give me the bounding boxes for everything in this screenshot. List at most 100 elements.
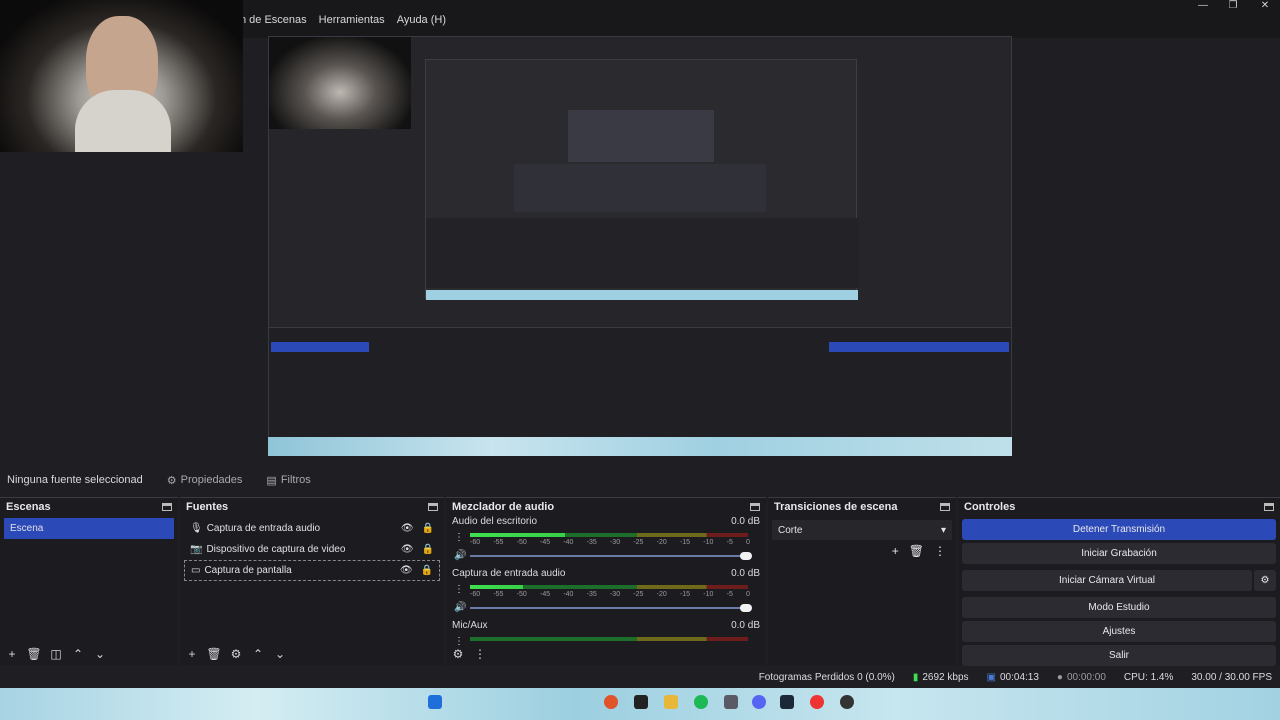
- meter-tick-label: -45: [539, 539, 551, 546]
- start-recording-button[interactable]: Iniciar Grabación: [962, 543, 1276, 564]
- nested-preview: [425, 59, 858, 300]
- mixer-channel: Captura de entrada audio 0.0 dB ⋮ -60 -55 -…: [446, 568, 766, 620]
- transitions-dock: Transiciones de escena Corte ▾ + 🗑 ⋮: [768, 497, 956, 665]
- record-icon: ●: [1056, 671, 1063, 683]
- stop-stream-button[interactable]: Detener Transmisión: [962, 519, 1276, 540]
- menu-dots-icon[interactable]: ⋮: [454, 636, 464, 647]
- scene-item[interactable]: Escena: [4, 518, 174, 539]
- meter-tick-label: -5: [726, 539, 733, 546]
- meter-tick-label: -35: [586, 591, 597, 598]
- menu-dots-icon[interactable]: ⋮: [454, 584, 464, 595]
- virtual-camera-label: Iniciar Cámara Virtual: [1059, 575, 1155, 586]
- add-icon[interactable]: +: [184, 647, 200, 661]
- windows-start-icon[interactable]: [428, 695, 442, 709]
- discord-icon[interactable]: [752, 695, 766, 709]
- trash-icon[interactable]: 🗑: [206, 647, 222, 661]
- meter-tick-label: 0: [746, 591, 750, 598]
- menu-help[interactable]: Ayuda (H): [397, 14, 446, 34]
- filter-icon[interactable]: ◫: [48, 647, 64, 661]
- scenes-dock: Escenas Escena + 🗑 ◫ ⌃ ⌄: [0, 497, 178, 665]
- chrome-icon[interactable]: [840, 695, 854, 709]
- minimize-icon[interactable]: —: [1188, 0, 1218, 14]
- menu-dots-icon[interactable]: ⋮: [934, 544, 946, 558]
- eye-icon[interactable]: 👁: [401, 544, 414, 555]
- menu-tools[interactable]: Herramientas: [319, 14, 385, 34]
- channel-db: 0.0 dB: [731, 620, 760, 631]
- eye-icon[interactable]: 👁: [401, 523, 414, 534]
- undock-icon[interactable]: [940, 503, 950, 511]
- chevron-up-icon[interactable]: ⌃: [250, 647, 266, 661]
- menu-dots-icon[interactable]: ⋮: [454, 532, 464, 543]
- transitions-title: Transiciones de escena: [774, 501, 898, 513]
- add-icon[interactable]: +: [4, 647, 20, 661]
- channel-name: Audio del escritorio: [452, 516, 538, 527]
- virtual-camera-button[interactable]: Iniciar Cámara Virtual: [962, 570, 1252, 591]
- trash-icon[interactable]: 🗑: [909, 544, 924, 558]
- source-item-label: Captura de pantalla: [204, 565, 292, 576]
- settings-button[interactable]: Ajustes: [962, 621, 1276, 642]
- trash-icon[interactable]: 🗑: [26, 647, 42, 661]
- chevron-down-icon[interactable]: ⌄: [92, 647, 108, 661]
- scenes-header: Escenas: [0, 498, 178, 516]
- meter-tick-label: -5: [726, 591, 733, 598]
- undock-icon[interactable]: [750, 503, 760, 511]
- browser-icon[interactable]: [810, 695, 824, 709]
- source-toolbar: Ninguna fuente seleccionad ⚙ Propiedades…: [0, 468, 1280, 492]
- cpu-usage: CPU: 1.4%: [1123, 671, 1174, 683]
- source-item[interactable]: 📷 Dispositivo de captura de video 👁 🔒: [184, 539, 440, 560]
- lock-icon[interactable]: 🔒: [421, 565, 433, 576]
- mixer-title: Mezclador de audio: [452, 501, 555, 513]
- volume-slider[interactable]: [470, 604, 752, 612]
- webcam-overlay: [0, 0, 243, 152]
- volume-slider[interactable]: [470, 552, 752, 560]
- gear-icon[interactable]: ⚙: [1254, 570, 1276, 591]
- chevron-up-icon[interactable]: ⌃: [70, 647, 86, 661]
- sources-title: Fuentes: [186, 501, 229, 513]
- studio-mode-button[interactable]: Modo Estudio: [962, 597, 1276, 618]
- close-icon[interactable]: ✕: [1250, 0, 1280, 14]
- maximize-icon[interactable]: ❐: [1218, 0, 1248, 14]
- gear-icon[interactable]: ⚙: [228, 647, 244, 661]
- undock-icon[interactable]: [162, 503, 172, 511]
- menu-scenes[interactable]: n de Escenas: [240, 14, 307, 34]
- nested-preview-panels: [426, 218, 858, 288]
- meter-tick-label: -20: [656, 591, 667, 598]
- slider-knob[interactable]: [740, 552, 752, 560]
- transition-value: Corte: [778, 524, 803, 536]
- steam-icon[interactable]: [780, 695, 794, 709]
- transition-select[interactable]: Corte ▾: [772, 520, 952, 540]
- nested-preview-taskbar: [426, 290, 858, 300]
- properties-label: Propiedades: [180, 474, 243, 486]
- meter-tick-label: -30: [609, 591, 621, 598]
- gear-icon: ⚙: [166, 474, 177, 487]
- eye-icon[interactable]: 👁: [400, 565, 413, 576]
- lock-icon[interactable]: 🔒: [422, 544, 434, 555]
- chevron-down-icon: ▾: [940, 524, 946, 536]
- volume-icon[interactable]: 🔊: [454, 550, 466, 561]
- level-meter: [470, 533, 748, 537]
- meter-tick-label: -10: [703, 539, 714, 546]
- calculator-icon[interactable]: [724, 695, 738, 709]
- source-item[interactable]: 🎙 Captura de entrada audio 👁 🔒: [184, 518, 440, 539]
- gear-icon[interactable]: ⚙: [450, 647, 466, 661]
- source-item[interactable]: ▭ Captura de pantalla 👁 🔒: [184, 560, 440, 581]
- folder-icon[interactable]: [664, 695, 678, 709]
- undock-icon[interactable]: [1264, 503, 1274, 511]
- exit-button[interactable]: Salir: [962, 645, 1276, 666]
- app-icon[interactable]: [634, 695, 648, 709]
- chevron-down-icon[interactable]: ⌄: [272, 647, 288, 661]
- undock-icon[interactable]: [428, 503, 438, 511]
- properties-button[interactable]: ⚙ Propiedades: [167, 474, 243, 487]
- source-item-label: Captura de entrada audio: [206, 523, 321, 534]
- spotify-icon[interactable]: [694, 695, 708, 709]
- filters-button[interactable]: ▤ Filtros: [266, 474, 310, 487]
- slider-knob[interactable]: [740, 604, 752, 612]
- obs-icon[interactable]: [604, 695, 618, 709]
- add-icon[interactable]: +: [892, 544, 899, 558]
- stop-stream-label: Detener Transmisión: [1072, 524, 1166, 535]
- meter-tick-label: -35: [586, 539, 597, 546]
- filters-label: Filtros: [280, 474, 311, 486]
- menu-dots-icon[interactable]: ⋮: [472, 647, 488, 661]
- lock-icon[interactable]: 🔒: [422, 523, 434, 534]
- volume-icon[interactable]: 🔊: [454, 602, 466, 613]
